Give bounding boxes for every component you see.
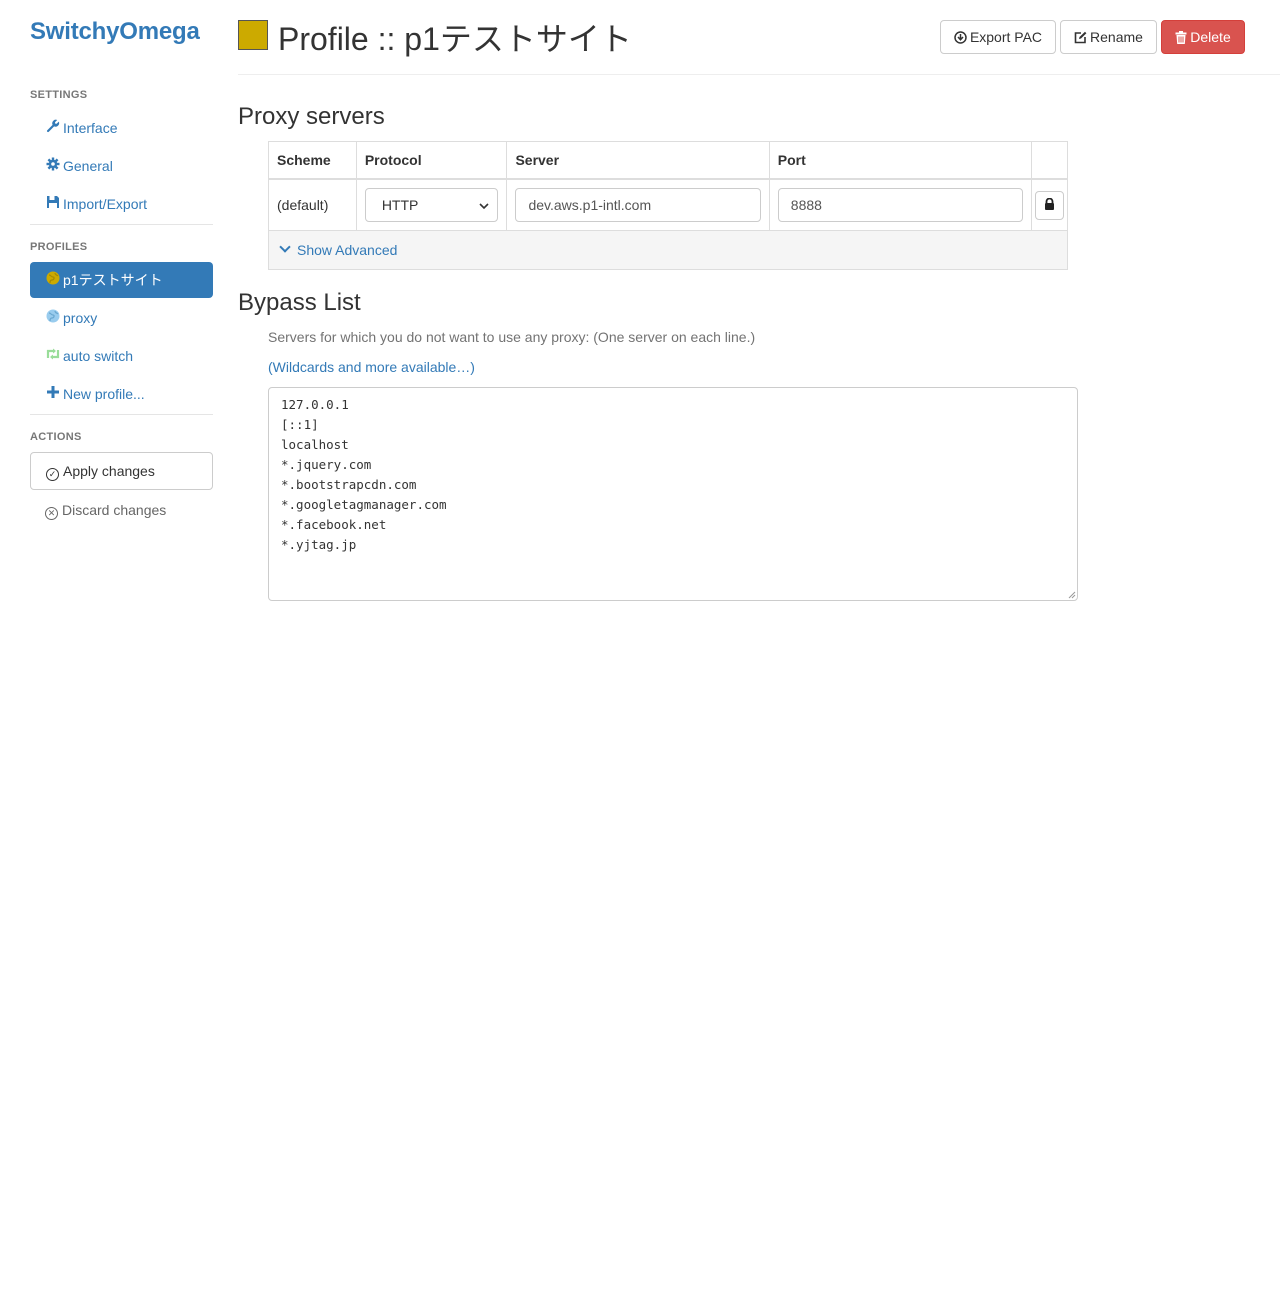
column-header-scheme: Scheme: [269, 142, 357, 178]
actions-header: ACTIONS: [30, 431, 82, 443]
protocol-select-value: HTTP: [381, 197, 419, 213]
x-circle-icon: ✕: [45, 507, 58, 520]
gear-icon: [45, 148, 61, 184]
sidebar-item-label: New profile...: [63, 386, 145, 402]
column-header-actions: [1032, 142, 1067, 178]
header-divider: [238, 74, 1280, 75]
server-input[interactable]: dev.aws.p1-intl.com: [515, 188, 761, 222]
plus-icon: [45, 376, 61, 412]
sidebar-item-label: Import/Export: [63, 196, 148, 212]
wildcards-link[interactable]: (Wildcards and more available…): [268, 359, 475, 375]
sidebar-item-new-profile[interactable]: New profile...: [30, 376, 213, 412]
settings-header: SETTINGS: [30, 89, 88, 101]
apply-changes-label: Apply changes: [63, 463, 155, 479]
brand-logo: SwitchyOmega: [30, 18, 200, 45]
sidebar-item-proxy[interactable]: proxy: [30, 300, 213, 336]
column-header-protocol: Protocol: [357, 142, 508, 178]
proxy-servers-title: Proxy servers: [238, 103, 385, 130]
divider: [30, 224, 213, 225]
page-title: Profile :: p1テストサイト: [278, 21, 632, 57]
globe-icon: [45, 262, 61, 298]
retweet-icon: [45, 338, 61, 374]
chevron-down-icon: [279, 241, 291, 253]
download-icon: [954, 23, 967, 55]
proxy-servers-table: Scheme Protocol Server Port (default) HT…: [268, 141, 1068, 270]
sidebar-item-label: proxy: [63, 310, 98, 326]
delete-label: Delete: [1190, 29, 1231, 45]
delete-button[interactable]: Delete: [1161, 20, 1245, 54]
edit-icon: [1074, 23, 1087, 55]
resize-handle-icon[interactable]: [1066, 589, 1076, 599]
apply-changes-button[interactable]: ✓ Apply changes: [30, 452, 213, 490]
bypass-list-textarea[interactable]: 127.0.0.1 [::1] localhost *.jquery.com *…: [268, 387, 1078, 601]
sidebar-item-general[interactable]: General: [30, 148, 213, 184]
auth-lock-button[interactable]: [1035, 190, 1065, 220]
sidebar-item-label: Interface: [63, 120, 118, 136]
sidebar-item-interface[interactable]: Interface: [30, 110, 213, 146]
port-cell: 8888: [770, 180, 1033, 230]
sidebar-item-p1-test-site[interactable]: p1テストサイト: [30, 262, 213, 298]
discard-changes-button[interactable]: ✕ Discard changes: [30, 492, 213, 528]
sidebar-item-label: p1テストサイト: [63, 272, 163, 288]
sidebar-item-auto-switch[interactable]: auto switch: [30, 338, 213, 374]
globe-icon: [45, 300, 61, 336]
export-pac-button[interactable]: Export PAC: [940, 20, 1056, 54]
auth-cell: [1032, 180, 1067, 230]
profile-color-swatch[interactable]: [238, 20, 268, 50]
port-input[interactable]: 8888: [777, 188, 1024, 222]
trash-icon: [1175, 23, 1187, 55]
table-row: (default) HTTP dev.aws.p1-intl.com 8888: [269, 180, 1067, 231]
chevron-down-icon: [479, 197, 489, 213]
bypass-list-title: Bypass List: [238, 289, 361, 316]
scheme-cell: (default): [269, 180, 357, 230]
show-advanced-label: Show Advanced: [297, 242, 398, 258]
protocol-cell: HTTP: [357, 180, 508, 230]
sidebar-item-label: auto switch: [63, 348, 134, 364]
discard-changes-label: Discard changes: [62, 502, 167, 518]
rename-button[interactable]: Rename: [1060, 20, 1157, 54]
sidebar-item-import-export[interactable]: Import/Export: [30, 186, 213, 222]
show-advanced-link[interactable]: Show Advanced: [279, 241, 398, 258]
show-advanced-row: Show Advanced: [269, 231, 1067, 269]
lock-icon: [1044, 197, 1055, 213]
wrench-icon: [45, 110, 61, 146]
protocol-select[interactable]: HTTP: [364, 188, 498, 222]
bypass-help-text: Servers for which you do not want to use…: [268, 329, 756, 345]
server-cell: dev.aws.p1-intl.com: [507, 180, 770, 230]
table-header-row: Scheme Protocol Server Port: [269, 142, 1067, 180]
check-circle-icon: ✓: [46, 468, 59, 481]
column-header-server: Server: [507, 142, 770, 178]
export-pac-label: Export PAC: [969, 29, 1043, 45]
sidebar-item-label: General: [63, 158, 113, 174]
divider: [30, 414, 213, 415]
profiles-header: PROFILES: [30, 241, 88, 253]
save-icon: [45, 186, 61, 222]
column-header-port: Port: [770, 142, 1033, 178]
rename-label: Rename: [1090, 29, 1143, 45]
